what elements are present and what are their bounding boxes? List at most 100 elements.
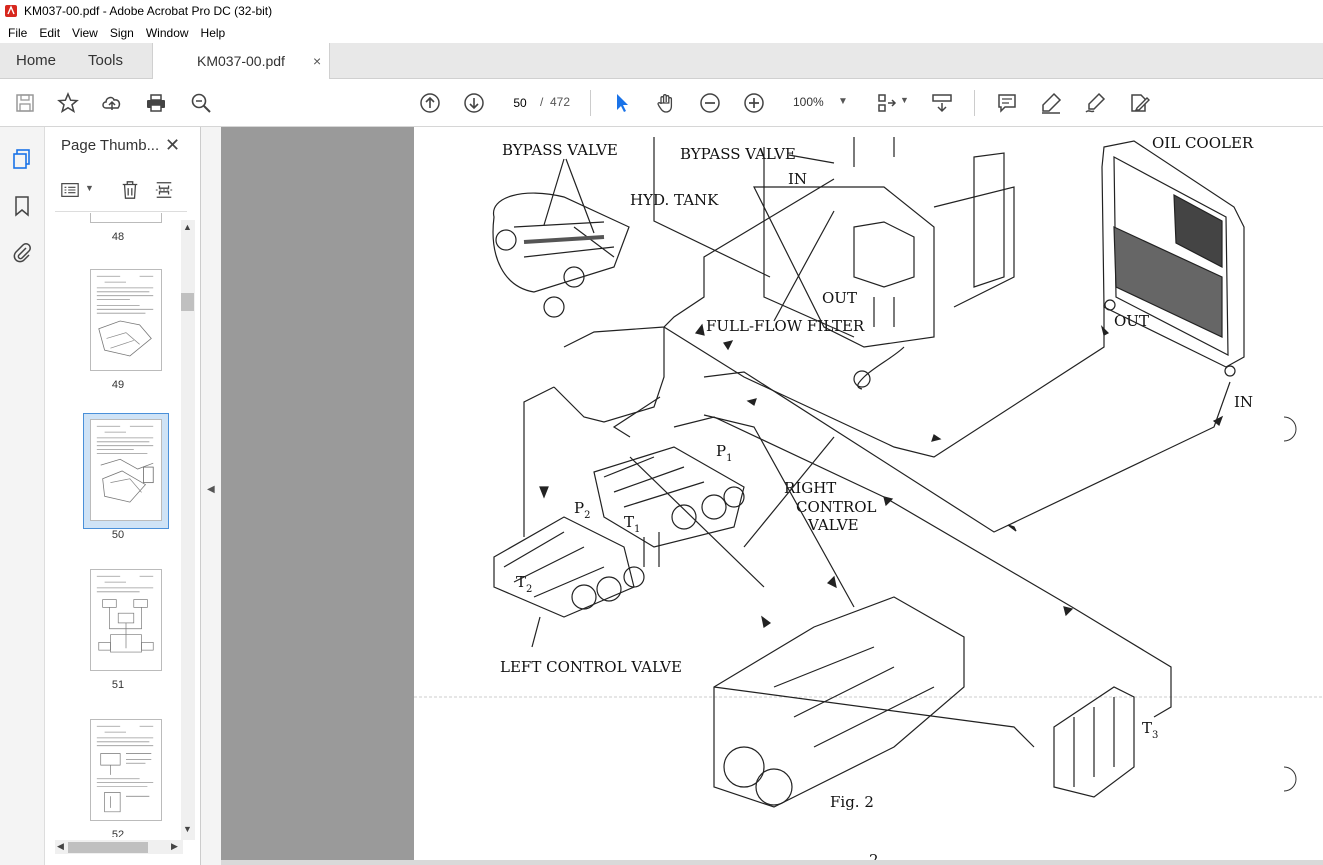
document-tab-label: KM037-00.pdf — [197, 53, 285, 69]
label-right-control-valve-2: CONTROL — [796, 498, 876, 516]
menu-view[interactable]: View — [66, 26, 104, 40]
upload-icon[interactable] — [100, 91, 124, 115]
thumbnail-hscrollbar-thumb[interactable] — [68, 842, 148, 853]
menu-sign[interactable]: Sign — [104, 26, 140, 40]
bookmark-icon[interactable] — [10, 194, 34, 218]
options-caret-icon[interactable]: ▼ — [85, 183, 94, 193]
label-left-control-valve: LEFT CONTROL VALVE — [500, 658, 682, 676]
panel-divider — [55, 211, 187, 212]
fit-page-caret-icon[interactable]: ▼ — [900, 95, 909, 105]
label-out-filter: OUT — [822, 289, 857, 307]
title-bar: KM037-00.pdf - Adobe Acrobat Pro DC (32-… — [0, 0, 1323, 22]
thumbnail-page[interactable] — [90, 213, 162, 223]
panel-close-icon[interactable]: ✕ — [165, 135, 180, 156]
tab-document[interactable]: KM037-00.pdf × — [152, 43, 330, 80]
menu-bar: File Edit View Sign Window Help — [0, 22, 1323, 43]
star-icon[interactable] — [56, 91, 80, 115]
label-in-top: IN — [788, 170, 807, 188]
label-t1: T1 — [624, 513, 640, 535]
delete-page-icon[interactable] — [119, 179, 141, 201]
acrobat-icon — [5, 5, 17, 17]
panel-tools: ▼ — [55, 177, 195, 205]
tab-tools[interactable]: Tools — [88, 43, 123, 79]
hand-icon[interactable] — [654, 91, 678, 115]
thumbnail-options-icon[interactable] — [59, 179, 81, 201]
toolbar-divider — [590, 90, 591, 116]
thumbnail-label: 52 — [111, 829, 125, 837]
panel-title: Page Thumb... — [61, 137, 160, 154]
thumbnail-page[interactable] — [90, 719, 162, 821]
menu-window[interactable]: Window — [140, 26, 195, 40]
label-oil-cooler: OIL COOLER — [1152, 134, 1254, 152]
hydraulic-diagram: BYPASS VALVE BYPASS VALVE HYD. TANK IN O… — [414, 134, 1323, 860]
panel-collapse-handle[interactable]: ◀ — [201, 127, 221, 865]
thumbnail-preview — [96, 725, 154, 813]
zoom-level[interactable]: 100% — [793, 95, 824, 109]
attachment-icon[interactable] — [10, 240, 34, 264]
label-t3: T3 — [1142, 719, 1158, 741]
scroll-left-icon[interactable]: ◀ — [57, 841, 64, 852]
extract-page-icon[interactable] — [153, 179, 175, 201]
page-number-label: 2 — [869, 851, 879, 860]
label-bypass-valve-right: BYPASS VALVE — [680, 145, 796, 163]
scroll-down-icon[interactable]: ▼ — [183, 824, 192, 834]
document-gutter — [221, 127, 414, 860]
menu-help[interactable]: Help — [195, 26, 232, 40]
label-bypass-valve-left: BYPASS VALVE — [502, 141, 618, 159]
punch-hole — [1283, 766, 1297, 792]
sign-icon[interactable] — [1083, 91, 1107, 115]
tab-home[interactable]: Home — [16, 43, 56, 79]
label-right-control-valve-3: VALVE — [807, 516, 859, 534]
thumbnail-preview — [91, 420, 161, 520]
comment-icon[interactable] — [995, 91, 1019, 115]
label-in-cooler: IN — [1234, 393, 1253, 411]
edit-pdf-icon[interactable] — [1127, 91, 1151, 115]
save-icon[interactable] — [13, 91, 37, 115]
label-p1: P1 — [716, 442, 732, 464]
page-thumbnails-icon[interactable] — [10, 147, 34, 171]
page-thumbnails-panel: Page Thumb... ✕ ▼ 48 49 50 51 52 — [45, 127, 201, 865]
collapse-arrow-icon[interactable]: ◀ — [207, 484, 215, 495]
thumbnail-preview — [96, 275, 154, 357]
menu-edit[interactable]: Edit — [33, 26, 66, 40]
zoom-search-icon[interactable] — [189, 91, 213, 115]
page-total: 472 — [550, 95, 571, 109]
thumbnail-page-current[interactable] — [90, 419, 162, 521]
menu-file[interactable]: File — [2, 26, 33, 40]
thumbnail-scrollbar-thumb[interactable] — [181, 293, 194, 311]
window-title: KM037-00.pdf - Adobe Acrobat Pro DC (32-… — [24, 4, 273, 18]
thumbnail-page[interactable] — [90, 569, 162, 671]
page-up-icon[interactable] — [418, 91, 442, 115]
print-icon[interactable] — [144, 91, 168, 115]
thumbnail-label: 50 — [111, 529, 125, 541]
thumbnail-label: 48 — [111, 231, 125, 243]
select-cursor-icon[interactable] — [610, 91, 634, 115]
zoom-out-icon[interactable] — [698, 91, 722, 115]
zoom-dropdown-icon[interactable]: ▼ — [838, 96, 848, 107]
close-tab-icon[interactable]: × — [313, 43, 321, 79]
thumbnail-scrollbar[interactable] — [181, 220, 195, 840]
document-page[interactable]: BYPASS VALVE BYPASS VALVE HYD. TANK IN O… — [414, 127, 1323, 860]
punch-hole — [1283, 416, 1297, 442]
thumbnail-preview — [96, 575, 154, 653]
tab-bar: Home Tools KM037-00.pdf × — [0, 43, 1323, 80]
page-down-icon[interactable] — [462, 91, 486, 115]
thumbnail-page[interactable] — [90, 269, 162, 371]
thumbnail-label: 49 — [111, 379, 125, 391]
bottom-strip — [221, 860, 1323, 865]
page-separator: / — [540, 95, 544, 109]
scroll-mode-icon[interactable] — [930, 91, 954, 115]
label-hyd-tank: HYD. TANK — [630, 191, 719, 209]
diagram-drawing — [492, 137, 1245, 808]
scroll-right-icon[interactable]: ▶ — [171, 841, 178, 852]
left-rail — [0, 127, 45, 865]
page-number-input[interactable] — [505, 92, 535, 114]
thumbnail-list: 48 49 50 51 52 — [53, 213, 181, 837]
toolbar: ▼ — [0, 79, 1323, 127]
zoom-in-icon[interactable] — [742, 91, 766, 115]
highlight-icon[interactable] — [1039, 91, 1063, 115]
scroll-up-icon[interactable]: ▲ — [183, 222, 192, 232]
label-fig-2: Fig. 2 — [830, 793, 874, 811]
toolbar-divider — [974, 90, 975, 116]
fit-page-icon[interactable] — [875, 91, 899, 115]
